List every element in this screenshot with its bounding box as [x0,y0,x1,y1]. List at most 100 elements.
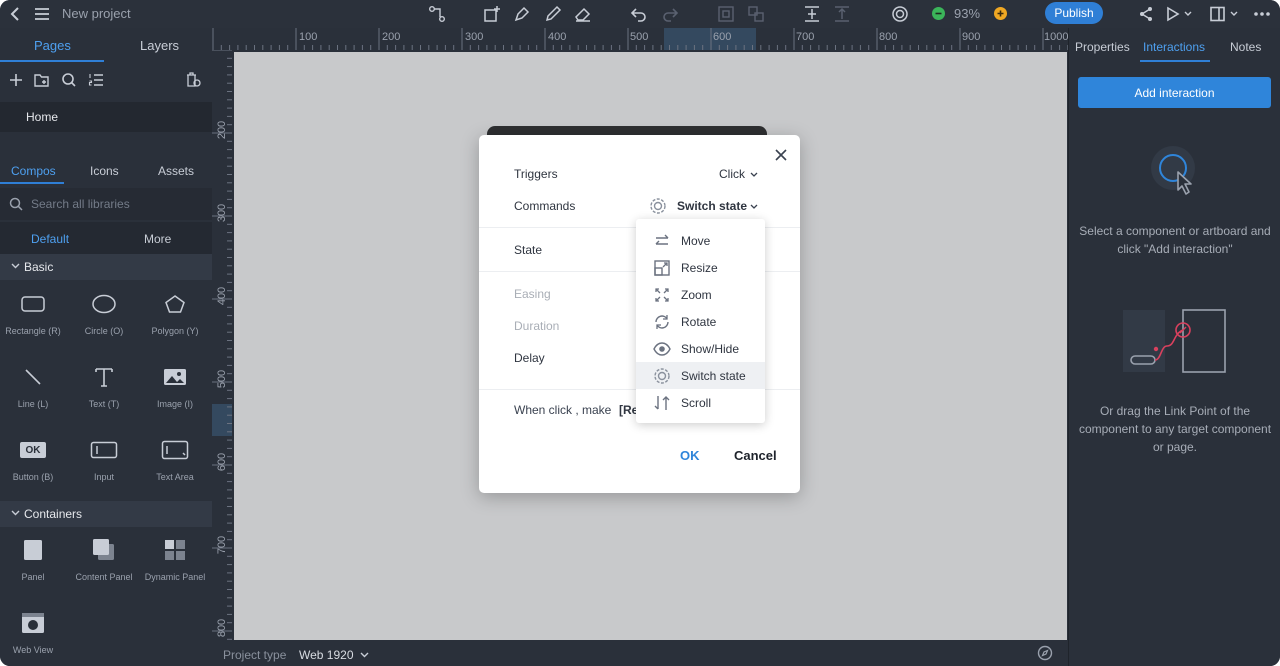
component-panel[interactable]: Panel [0,532,68,592]
command-option-zoom[interactable]: Zoom [636,281,765,308]
add-frame-icon[interactable] [482,3,502,25]
add-page-icon[interactable] [8,72,24,88]
link-point-illustration [1123,309,1226,373]
component-circle[interactable]: Circle (O) [69,286,139,346]
component-web-view[interactable]: Web View [0,605,68,665]
component-image[interactable]: Image (I) [140,359,210,419]
subtab-more[interactable]: More [144,232,171,246]
back-icon[interactable] [6,3,24,25]
page-item-home[interactable]: Home [0,102,212,132]
zoom-in-icon[interactable] [994,7,1007,20]
tab-assets[interactable]: Assets [158,164,194,178]
component-button[interactable]: OK Button (B) [0,432,68,492]
command-option-rotate[interactable]: Rotate [636,308,765,335]
content-panel-icon [69,532,139,568]
component-text-area[interactable]: Text Area [140,432,210,492]
ok-button[interactable]: OK [680,448,700,463]
component-label: Polygon (Y) [151,326,199,336]
chevron-down-icon[interactable] [750,204,758,209]
component-label: Image (I) [156,399,193,409]
component-label: Rectangle (R) [5,326,61,336]
spacing-icon[interactable] [832,3,852,25]
zoom-out-icon[interactable] [932,7,945,20]
close-icon[interactable] [774,148,788,162]
component-label: Text (T) [88,399,120,409]
tab-interactions[interactable]: Interactions [1143,40,1205,54]
ruler-label: 700 [216,535,229,555]
component-dynamic-panel[interactable]: Dynamic Panel [140,532,210,592]
command-select[interactable]: Switch state [677,199,747,213]
tab-layers[interactable]: Layers [140,38,179,53]
resize-icon [654,260,670,276]
layout-icon[interactable] [1208,3,1240,25]
undo-icon[interactable] [629,3,649,25]
left-panel: Pages Layers Home Compos Icons Assets Se… [0,28,212,666]
command-option-move[interactable]: Move [636,227,765,254]
chevron-down-icon[interactable] [360,652,369,658]
library-subtabs: Default More [0,222,212,254]
play-icon[interactable] [1164,3,1194,25]
rectangle-icon [0,286,68,322]
tab-compos[interactable]: Compos [11,164,56,178]
tab-icons[interactable]: Icons [90,164,119,178]
component-text[interactable]: Text (T) [69,359,139,419]
sort-list-icon[interactable] [88,72,104,88]
chevron-down-icon[interactable] [750,172,758,177]
more-icon[interactable] [1252,3,1272,25]
add-interaction-button[interactable]: Add interaction [1078,77,1271,108]
component-polygon[interactable]: Polygon (Y) [140,286,210,346]
active-tab-indicator [1140,60,1210,62]
component-input[interactable]: Input [69,432,139,492]
component-label: Circle (O) [84,326,124,336]
ruler-label: 200 [216,120,229,140]
circle-icon [69,286,139,322]
chevron-down-icon [11,263,20,269]
switch-state-icon [650,198,666,214]
pen-icon[interactable] [512,3,532,25]
publish-button[interactable]: Publish [1045,2,1103,24]
scroll-icon [654,396,670,410]
command-option-show-hide[interactable]: Show/Hide [636,335,765,362]
path-tool-icon[interactable] [427,3,447,25]
add-folder-icon[interactable] [34,72,50,88]
ruler-label: 400 [216,286,229,306]
project-title[interactable]: New project [62,6,131,21]
tab-properties[interactable]: Properties [1075,40,1130,54]
component-line[interactable]: Line (L) [0,359,68,419]
trigger-select[interactable]: Click [719,167,745,181]
search-pages-icon[interactable] [61,72,77,88]
target-icon[interactable] [890,3,910,25]
eraser-icon[interactable] [573,3,593,25]
compass-icon[interactable] [1037,645,1053,661]
menu-icon[interactable] [33,3,51,25]
search-input[interactable]: Search all libraries [31,197,130,211]
tab-notes[interactable]: Notes [1230,40,1261,54]
library-search[interactable]: Search all libraries [0,188,212,220]
tab-pages[interactable]: Pages [34,38,71,53]
vertical-align-icon[interactable] [802,3,822,25]
command-option-resize[interactable]: Resize [636,254,765,281]
component-label: Text Area [156,472,194,482]
component-content-panel[interactable]: Content Panel [69,532,139,592]
section-containers[interactable]: Containers [0,501,212,527]
delete-page-icon[interactable] [185,72,201,88]
command-option-switch-state[interactable]: Switch state [636,362,765,389]
redo-icon[interactable] [660,3,680,25]
cancel-button[interactable]: Cancel [734,448,777,463]
ruler-label: 800 [216,618,229,638]
ruler-label: 900 [962,31,981,43]
section-basic[interactable]: Basic [0,254,212,280]
distribute-icon[interactable] [746,3,766,25]
commands-label: Commands [514,199,576,213]
option-label: Show/Hide [681,342,740,356]
subtab-default[interactable]: Default [31,232,69,246]
pencil-icon[interactable] [543,3,563,25]
project-type-label: Project type [223,648,287,662]
project-type-select[interactable]: Web 1920 [299,648,354,662]
component-label: Web View [12,645,54,655]
align-icon[interactable] [716,3,736,25]
command-option-scroll[interactable]: Scroll [636,389,765,416]
component-rectangle[interactable]: Rectangle (R) [0,286,68,346]
share-icon[interactable] [1136,3,1156,25]
ruler-label: 500 [216,369,229,389]
